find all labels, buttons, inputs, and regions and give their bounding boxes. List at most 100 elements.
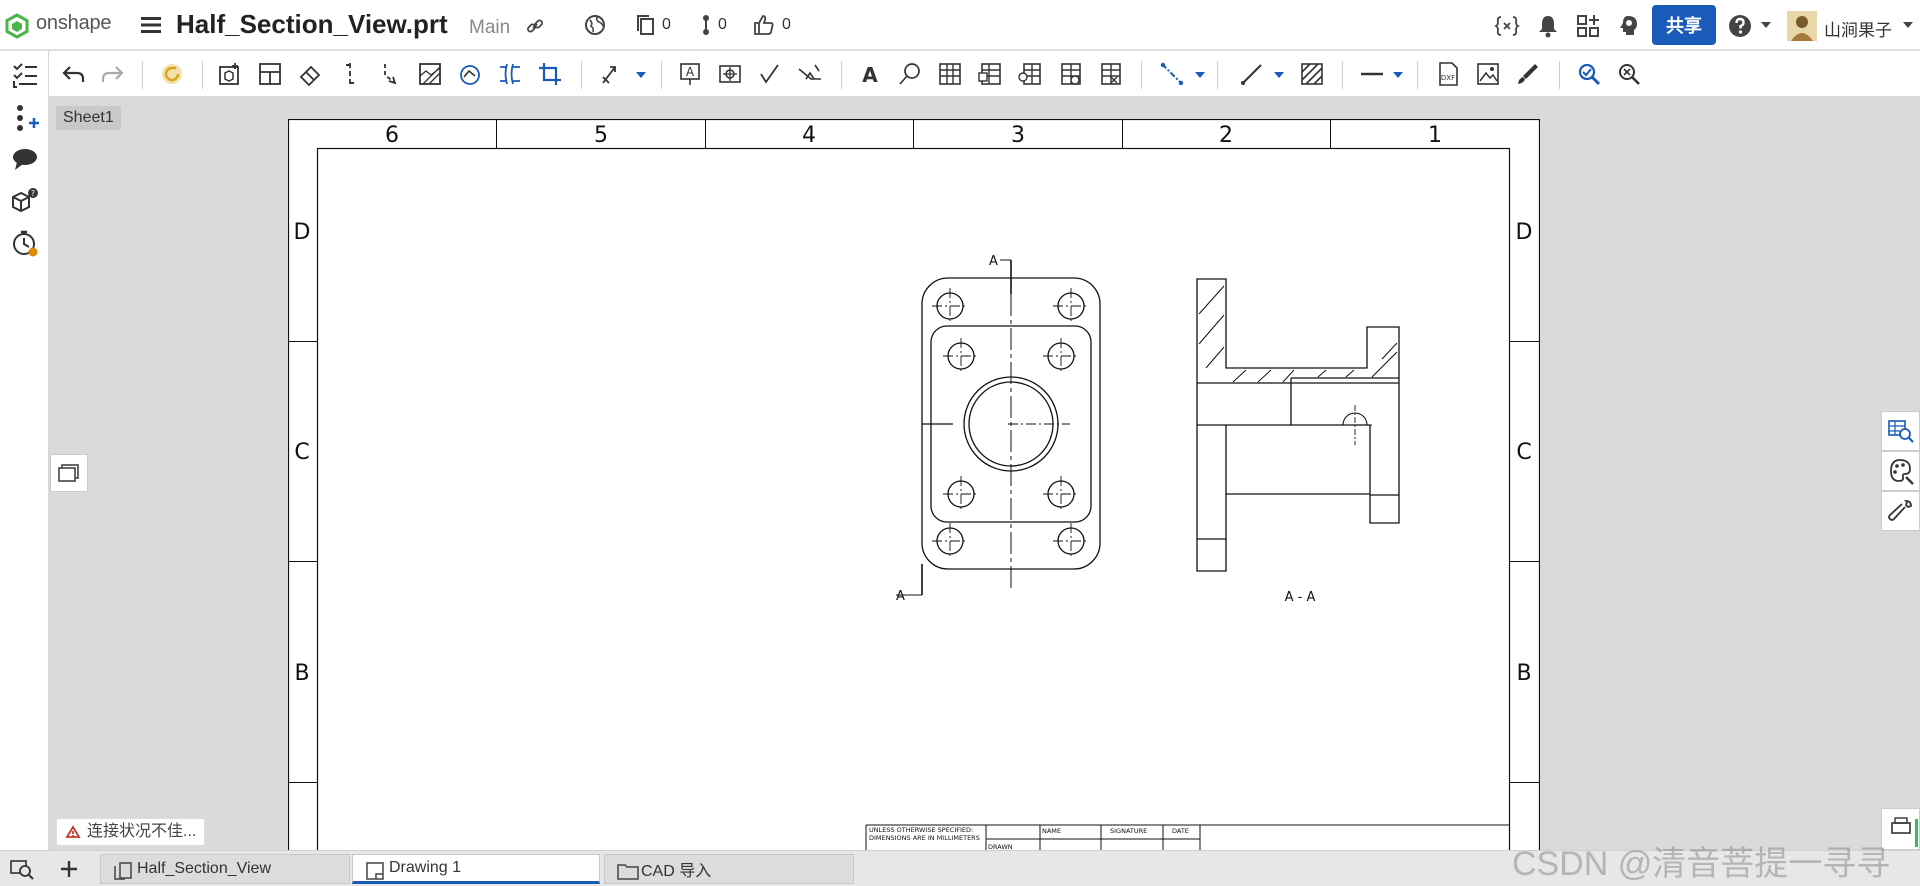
comments-icon[interactable]	[11, 145, 39, 173]
menu-icon[interactable]	[140, 15, 162, 35]
insert-image-icon[interactable]	[1475, 61, 1501, 87]
weld-symbol-icon[interactable]	[797, 61, 823, 87]
branch-name[interactable]: Main	[469, 17, 510, 39]
top-bar: onshape Half_Section_View.prt Main 0 0 0	[0, 0, 1920, 50]
help-dropdown-caret-icon[interactable]	[1761, 22, 1771, 28]
broken-out-section-icon[interactable]	[417, 61, 443, 87]
title-block-col-name: NAME	[1042, 827, 1061, 835]
user-dropdown-caret-icon[interactable]	[1903, 22, 1913, 28]
views-panel-button[interactable]	[50, 454, 88, 492]
crop-view-icon[interactable]	[537, 61, 563, 87]
tab-search-icon[interactable]	[10, 858, 34, 880]
avatar[interactable]	[1787, 11, 1817, 41]
tab-label: Half_Section_View	[137, 860, 272, 877]
link-icon[interactable]	[526, 17, 544, 35]
help-icon[interactable]	[1727, 13, 1753, 39]
document-title[interactable]: Half_Section_View.prt	[176, 9, 448, 40]
brand-name[interactable]: onshape	[36, 12, 112, 35]
zone-label-left-b: B	[294, 661, 309, 686]
weldment-table-icon[interactable]	[1097, 61, 1123, 87]
tab-drawing-1[interactable]: Drawing 1	[352, 854, 600, 884]
detail-view-icon[interactable]	[457, 61, 483, 87]
likes-count: 0	[782, 16, 791, 33]
centerline-dropdown-caret-icon[interactable]	[1195, 72, 1205, 78]
globe-icon[interactable]	[584, 14, 606, 36]
undo-icon[interactable]	[61, 61, 87, 87]
datum-icon[interactable]	[717, 61, 743, 87]
dimension-icon[interactable]	[599, 61, 625, 87]
right-panel-properties-button[interactable]	[1881, 491, 1920, 531]
inspect-icon[interactable]	[1576, 61, 1602, 87]
table-icon[interactable]	[937, 61, 963, 87]
auxiliary-view-icon[interactable]	[297, 61, 323, 87]
export-dxf-icon[interactable]: DXF	[1435, 61, 1461, 87]
feature-list-icon[interactable]	[11, 61, 39, 89]
tab-label: Drawing 1	[389, 859, 462, 876]
drawing-toolbar: A A DXF	[49, 51, 1920, 97]
bom-table-icon[interactable]	[977, 61, 1003, 87]
share-button[interactable]: 共享	[1652, 5, 1716, 45]
sketch-dropdown-caret-icon[interactable]	[1274, 72, 1284, 78]
notifications-bell-icon[interactable]	[1535, 13, 1561, 39]
part-studio-icon	[114, 862, 132, 880]
insert-view-icon[interactable]	[217, 61, 243, 87]
add-tab-icon[interactable]	[60, 860, 78, 878]
versions-count: 0	[662, 16, 671, 33]
callout-icon[interactable]	[897, 61, 923, 87]
right-panel-inspect-button[interactable]	[1881, 411, 1920, 451]
line-style-icon[interactable]	[1359, 61, 1385, 87]
line-icon[interactable]	[1239, 61, 1265, 87]
insert-icon[interactable]	[11, 103, 39, 131]
format-painter-icon[interactable]	[1515, 61, 1541, 87]
section-view-icon[interactable]	[337, 61, 363, 87]
dimension-dropdown-caret-icon[interactable]	[636, 72, 646, 78]
zone-label-top-1: 6	[385, 123, 399, 148]
sheet-tab[interactable]: Sheet1	[56, 106, 121, 130]
zone-dividers	[288, 119, 1539, 783]
connection-status[interactable]: 连接状况不佳...	[56, 818, 206, 846]
table-inspect-icon	[1888, 420, 1914, 443]
likes-stat[interactable]: 0	[752, 14, 791, 36]
centerline-icon[interactable]	[1159, 61, 1185, 87]
tab-half-section-view[interactable]: Half_Section_View	[100, 854, 350, 884]
user-name[interactable]: 山涧果子	[1824, 16, 1892, 41]
svg-text:DXF: DXF	[1441, 74, 1455, 82]
app-store-icon[interactable]	[1575, 13, 1601, 39]
versions-icon	[637, 15, 654, 35]
variables-icon[interactable]	[1494, 13, 1520, 39]
tab-label: CAD 导入	[641, 863, 712, 880]
branches-stat[interactable]: 0	[700, 14, 727, 36]
onshape-logo-icon[interactable]	[4, 13, 30, 39]
hole-table-icon[interactable]	[1017, 61, 1043, 87]
left-rail: ?	[0, 51, 49, 851]
history-timer-icon[interactable]	[11, 229, 39, 257]
right-panel-appearance-button[interactable]	[1881, 451, 1920, 491]
note-icon[interactable]: A	[677, 61, 703, 87]
folder-icon	[617, 864, 639, 880]
hatch-icon[interactable]	[1299, 61, 1325, 87]
section-view[interactable]	[1196, 278, 1400, 572]
drawing-sheet[interactable]: 6 5 4 3 2 1 D C B D C B A A A - A UNLESS…	[288, 119, 1540, 851]
drawing-sheet-svg[interactable]: 6 5 4 3 2 1 D C B D C B A A A - A UNLESS…	[288, 119, 1540, 851]
aligned-section-icon[interactable]	[377, 61, 403, 87]
layers-icon	[58, 464, 79, 482]
title-block-col-date: DATE	[1172, 827, 1189, 835]
sheet-outer-border	[288, 119, 1540, 851]
redo-icon[interactable]	[99, 61, 125, 87]
zone-label-right-c: C	[1516, 440, 1531, 465]
zone-label-left-c: C	[294, 440, 309, 465]
tab-cad-import[interactable]: CAD 导入	[604, 854, 854, 884]
inspection-check-icon[interactable]	[1616, 61, 1642, 87]
projected-view-icon[interactable]	[257, 61, 283, 87]
text-icon[interactable]: A	[857, 61, 883, 87]
appearance-palette-icon	[1890, 459, 1914, 485]
parts-help-icon[interactable]: ?	[11, 187, 39, 215]
surface-finish-icon[interactable]	[757, 61, 783, 87]
update-icon[interactable]	[159, 61, 185, 87]
versions-stat[interactable]: 0	[636, 14, 671, 36]
learning-center-icon[interactable]	[1615, 13, 1641, 39]
line-style-dropdown-caret-icon[interactable]	[1393, 72, 1403, 78]
revision-table-icon[interactable]	[1057, 61, 1083, 87]
break-view-icon[interactable]	[497, 61, 523, 87]
front-view[interactable]	[896, 259, 1101, 596]
